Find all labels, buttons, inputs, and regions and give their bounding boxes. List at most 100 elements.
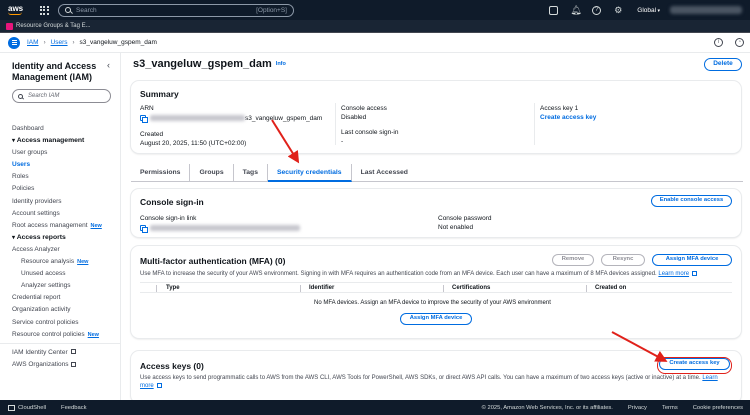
sidebar-item-iam-identity-center[interactable]: IAM Identity Center	[12, 347, 118, 359]
mfa-heading: Multi-factor authentication (MFA) (0)	[140, 256, 286, 266]
chevron-right-icon: ›	[72, 39, 75, 46]
divider	[443, 285, 444, 292]
sidebar-section-access-reports[interactable]: Access reports	[12, 232, 118, 244]
assign-mfa-device-center-button[interactable]: Assign MFA device	[400, 313, 472, 325]
column-type[interactable]: Type	[166, 285, 180, 291]
tab-groups[interactable]: Groups	[190, 164, 234, 182]
create-access-key-link[interactable]: Create access key	[540, 114, 596, 121]
external-link-icon	[70, 349, 76, 355]
learn-more-link[interactable]: Learn more	[658, 271, 689, 277]
column-created-on[interactable]: Created on	[595, 285, 626, 291]
sidebar-item-dashboard[interactable]: Dashboard	[12, 123, 118, 135]
summary-col-console: Console access Disabled Last console sig…	[341, 105, 399, 145]
sidebar-item-analyzer-settings[interactable]: Analyzer settings	[12, 280, 118, 292]
info-link[interactable]: Info	[276, 61, 286, 67]
highlight-ring	[657, 357, 732, 374]
search-icon	[65, 7, 71, 13]
sidebar-title: Identity and Access Management (IAM)	[12, 61, 97, 82]
copyright-text: © 2025, Amazon Web Services, Inc. or its…	[481, 404, 613, 411]
sidebar-search-input[interactable]: Search IAM	[12, 89, 111, 103]
summary-card: Summary ARN s3_vangeluw_gspem_dam Create…	[131, 81, 741, 153]
console-signin-heading: Console sign-in	[140, 197, 204, 207]
bell-icon[interactable]: 🔔︎	[570, 5, 581, 15]
divider	[156, 285, 157, 292]
feedback-link[interactable]: Feedback	[61, 405, 86, 411]
tab-permissions[interactable]: Permissions	[131, 164, 191, 182]
search-shortcut: [Option+S]	[256, 6, 287, 14]
cookie-preferences-link[interactable]: Cookie preferences	[693, 405, 743, 411]
console-link-redacted[interactable]	[150, 225, 300, 232]
tab-last-accessed[interactable]: Last Accessed	[352, 164, 417, 182]
assign-mfa-device-button[interactable]: Assign MFA device	[652, 254, 732, 266]
global-search-input[interactable]: Search [Option+S]	[58, 3, 294, 17]
created-value: August 20, 2025, 11:50 (UTC+02:00)	[140, 140, 247, 147]
access-keys-description-cont: more	[140, 383, 162, 389]
search-placeholder: Search	[76, 6, 97, 14]
help-icon[interactable]: ?	[592, 5, 602, 15]
external-link-icon	[71, 361, 77, 367]
enable-console-access-button[interactable]: Enable console access	[651, 195, 732, 207]
sidebar-item-users[interactable]: Users	[12, 159, 118, 171]
cloudshell-icon[interactable]	[549, 5, 559, 15]
sidebar-item-aws-organizations[interactable]: AWS Organizations	[12, 359, 118, 371]
copy-icon[interactable]	[140, 225, 148, 234]
divider	[335, 103, 336, 145]
copy-icon[interactable]	[140, 115, 148, 124]
tab-tags[interactable]: Tags	[234, 164, 268, 182]
breadcrumb-current: s3_vangeluw_gspem_dam	[79, 39, 157, 46]
learn-more-link-cont[interactable]: more	[140, 383, 154, 389]
summary-heading: Summary	[140, 89, 179, 99]
resync-button[interactable]: Resync	[601, 254, 645, 266]
top-navigation: aws Search [Option+S] 🔔︎ ? ⚙︎ Global	[0, 0, 750, 20]
sidebar-item-user-groups[interactable]: User groups	[12, 147, 118, 159]
mfa-empty-state: No MFA devices. Assign an MFA device to …	[314, 300, 551, 306]
sidebar-item-identity-providers[interactable]: Identity providers	[12, 196, 118, 208]
sidebar-section-access-management[interactable]: Access management	[12, 135, 118, 147]
clock-icon[interactable]: ◔	[735, 38, 744, 47]
menu-icon[interactable]	[8, 36, 20, 49]
mfa-table-header: Type Identifier Certifications Created o…	[140, 282, 732, 293]
collapse-icon[interactable]: ‹	[107, 60, 110, 70]
sidebar-item-root-access-management[interactable]: Root access management New	[12, 220, 118, 232]
sidebar-item-account-settings[interactable]: Account settings	[12, 208, 118, 220]
aws-logo[interactable]: aws	[8, 5, 32, 15]
sidebar-item-policies[interactable]: Policies	[12, 183, 118, 195]
sidebar-item-unused-access[interactable]: Unused access	[12, 268, 118, 280]
console-link-col: Console sign-in link	[140, 215, 300, 234]
learn-more-link[interactable]: Learn	[702, 375, 717, 381]
sidebar-item-roles[interactable]: Roles	[12, 171, 118, 183]
cloudshell-button[interactable]: CloudShell	[8, 404, 46, 411]
region-selector[interactable]: Global	[637, 7, 660, 14]
delete-button[interactable]: Delete	[704, 58, 742, 71]
sidebar-item-access-analyzer[interactable]: Access Analyzer	[12, 244, 118, 256]
sidebar-item-resource-analysis[interactable]: Resource analysis New	[12, 256, 118, 268]
account-menu[interactable]	[670, 6, 742, 14]
divider	[300, 285, 301, 292]
new-badge: New	[87, 331, 99, 338]
chevron-right-icon: ›	[43, 39, 46, 46]
sidebar-item-organization-activity[interactable]: Organization activity	[12, 304, 118, 316]
arn-value: s3_vangeluw_gspem_dam	[140, 115, 322, 124]
favorite-resource-groups[interactable]: Resource Groups & Tag E...	[6, 22, 91, 30]
remove-button[interactable]: Remove	[552, 254, 594, 266]
tab-security-credentials[interactable]: Security credentials	[267, 164, 352, 182]
arn-redacted	[150, 115, 245, 122]
mfa-card: Multi-factor authentication (MFA) (0) Re…	[131, 246, 741, 338]
info-panel-icon[interactable]: i	[714, 38, 723, 47]
main-content: s3_vangeluw_gspem_dam Info Delete Summary…	[121, 53, 750, 400]
services-grid-icon[interactable]	[38, 4, 50, 16]
favorites-bar: Resource Groups & Tag E...	[0, 20, 750, 33]
breadcrumb-users[interactable]: Users	[51, 39, 68, 46]
new-badge: New	[90, 222, 102, 229]
sidebar-item-resource-control-policies[interactable]: Resource control policies New	[12, 329, 118, 341]
external-link-icon	[156, 383, 162, 388]
sidebar-item-service-control-policies[interactable]: Service control policies	[12, 317, 118, 329]
column-certifications[interactable]: Certifications	[452, 285, 490, 291]
privacy-link[interactable]: Privacy	[628, 405, 647, 411]
terms-link[interactable]: Terms	[662, 405, 678, 411]
column-identifier[interactable]: Identifier	[309, 285, 334, 291]
footer: CloudShell Feedback © 2025, Amazon Web S…	[0, 400, 750, 415]
gear-icon[interactable]: ⚙︎	[613, 5, 623, 15]
breadcrumb-iam[interactable]: IAM	[27, 39, 39, 46]
sidebar-item-credential-report[interactable]: Credential report	[12, 292, 118, 304]
